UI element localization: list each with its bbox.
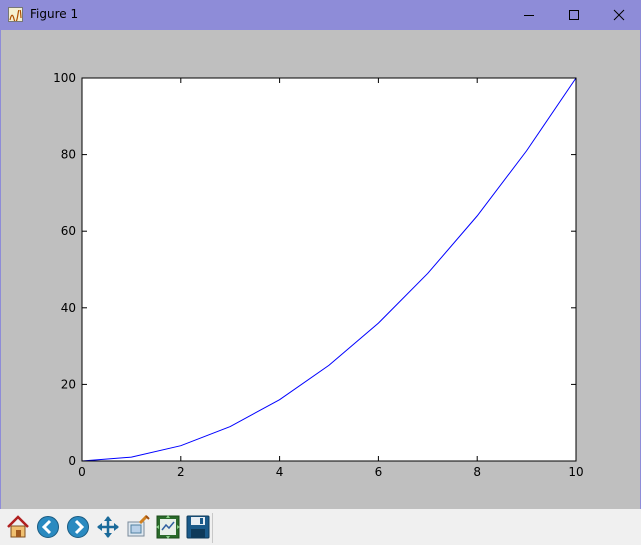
y-tick-label: 60 [61,224,76,238]
window-title: Figure 1 [30,7,79,21]
home-button[interactable] [4,513,32,541]
maximize-button[interactable] [551,0,596,30]
navigation-toolbar [0,509,641,545]
y-tick-label: 80 [61,148,76,162]
zoom-rect-icon [127,515,150,537]
toolbar-separator [212,513,213,543]
x-tick-label: 2 [177,465,185,479]
title-bar[interactable]: Figure 1 [0,0,641,30]
pan-button[interactable] [94,513,122,541]
y-tick-label: 40 [61,301,76,315]
x-tick-label: 10 [568,465,583,479]
plot-svg[interactable]: 0 2 4 6 8 10020406080100 [1,30,640,509]
minimize-button[interactable] [506,0,551,30]
arrow-right-icon [67,516,89,538]
subplots-button[interactable] [154,513,182,541]
maximize-icon [568,10,579,20]
y-tick-label: 0 [68,454,76,468]
minimize-icon [523,15,534,16]
move-icon [97,516,119,538]
y-tick-label: 20 [61,377,76,391]
y-tick-label: 100 [53,71,76,85]
figure-canvas[interactable]: 0 2 4 6 8 10 0 20 40 60 80 100 [1,30,640,509]
close-icon [613,9,624,21]
app-icon[interactable] [8,7,23,22]
x-tick-label: 6 [375,465,383,479]
close-button[interactable] [596,0,641,30]
figure-window: Figure 1 0 2 4 6 8 10 0 20 40 60 80 100 [0,0,641,545]
save-button[interactable] [184,513,212,541]
back-button[interactable] [34,513,62,541]
x-tick-label: 4 [276,465,284,479]
arrow-left-icon [37,516,59,538]
plot-area [82,78,576,461]
zoom-button[interactable] [124,513,152,541]
x-tick-label: 0 [78,465,86,479]
subplots-icon [156,515,180,539]
home-icon [7,515,29,538]
save-icon [186,515,210,539]
forward-button[interactable] [64,513,92,541]
x-tick-label: 8 [473,465,481,479]
